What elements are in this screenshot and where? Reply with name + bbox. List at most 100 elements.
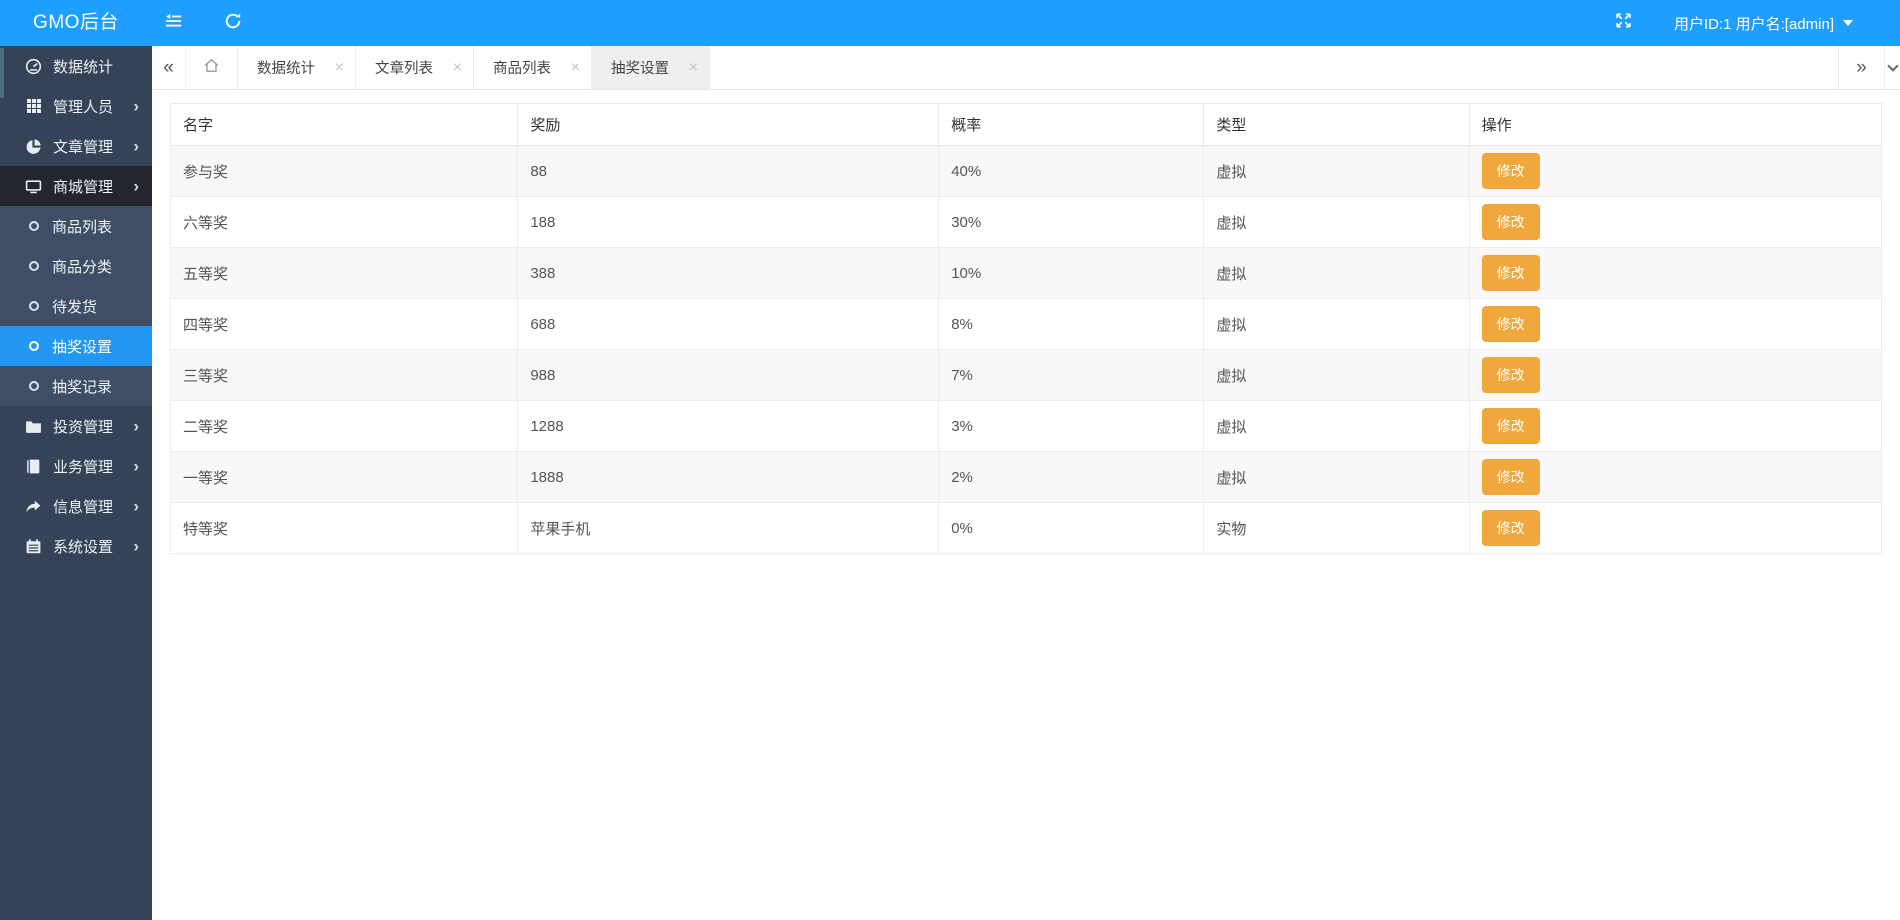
chevron-right-icon: › — [133, 496, 139, 516]
chevron-right-icon: › — [133, 176, 139, 196]
table-row: 五等奖 388 10% 虚拟 修改 — [169, 247, 1883, 299]
app-logo: GMO后台 — [33, 12, 119, 33]
dashboard-icon — [25, 58, 42, 75]
scroll-tabs-left-button[interactable]: « — [152, 46, 186, 89]
table-row: 三等奖 988 7% 虚拟 修改 — [169, 349, 1883, 401]
chevron-right-icon: › — [133, 536, 139, 556]
table-cell: 二等奖 — [169, 400, 519, 452]
table-row: 参与奖 88 40% 虚拟 修改 — [169, 145, 1883, 197]
sidebar-item-investment-mgmt[interactable]: 投资管理 › — [0, 406, 152, 446]
table-cell: 三等奖 — [169, 349, 519, 401]
user-menu[interactable]: 用户ID:1 用户名:[admin] — [1674, 13, 1853, 34]
edit-button[interactable]: 修改 — [1481, 153, 1540, 189]
sidebar-item-label: 业务管理 — [53, 458, 114, 476]
prize-table: 名字 奖励 概率 类型 操作 参与奖 88 40% 虚拟 修改 六等奖 188 30% 虚拟 修改 五等奖 3… — [169, 103, 1883, 554]
edit-button[interactable]: 修改 — [1481, 510, 1540, 546]
sidebar-item-mall-mgmt[interactable]: 商城管理 › — [0, 166, 152, 206]
edit-button[interactable]: 修改 — [1481, 459, 1540, 495]
chevron-right-icon: › — [133, 416, 139, 436]
tabbar: « 数据统计 × 文章列表 × 商品列表 × 抽奖设置 × » — [152, 46, 1900, 90]
topbar-right: 用户ID:1 用户名:[admin] — [1604, 0, 1900, 46]
edit-button[interactable]: 修改 — [1481, 204, 1540, 240]
close-icon[interactable]: × — [687, 58, 700, 78]
tab-data-stats[interactable]: 数据统计 × — [238, 46, 356, 89]
table-row: 四等奖 688 8% 虚拟 修改 — [169, 298, 1883, 350]
refresh-icon — [224, 12, 242, 35]
table-cell-actions: 修改 — [1468, 298, 1883, 350]
pie-chart-icon — [25, 138, 42, 155]
tab-options-button[interactable] — [1884, 46, 1900, 89]
table-cell: 388 — [517, 247, 940, 299]
table-row: 二等奖 1288 3% 虚拟 修改 — [169, 400, 1883, 452]
sidebar-item-business-mgmt[interactable]: 业务管理 › — [0, 446, 152, 486]
calendar-icon — [25, 538, 42, 555]
sidebar-item-label: 抽奖设置 — [52, 338, 113, 356]
sidebar-item-label: 商品分类 — [52, 258, 113, 276]
table-cell: 虚拟 — [1203, 298, 1470, 350]
circle-icon — [29, 341, 39, 351]
table-cell: 0% — [938, 502, 1205, 554]
column-header: 奖励 — [517, 103, 940, 146]
table-cell: 88 — [517, 145, 940, 197]
sidebar-item-lottery-records[interactable]: 抽奖记录 — [0, 366, 152, 406]
sidebar-item-pending-shipment[interactable]: 待发货 — [0, 286, 152, 326]
table-cell: 10% — [938, 247, 1205, 299]
sidebar-item-label: 数据统计 — [53, 58, 114, 76]
close-icon[interactable]: × — [451, 58, 464, 78]
column-header: 概率 — [938, 103, 1205, 146]
table-cell-actions: 修改 — [1468, 247, 1883, 299]
table-cell: 虚拟 — [1203, 349, 1470, 401]
close-icon[interactable]: × — [333, 58, 346, 78]
column-header: 类型 — [1203, 103, 1470, 146]
fullscreen-button[interactable] — [1604, 0, 1644, 46]
circle-icon — [29, 381, 39, 391]
fullscreen-icon — [1615, 12, 1632, 34]
column-header: 名字 — [169, 103, 519, 146]
sidebar-item-goods-category[interactable]: 商品分类 — [0, 246, 152, 286]
shrink-menu-icon — [164, 12, 183, 34]
table-cell: 30% — [938, 196, 1205, 248]
collapse-sidebar-button[interactable] — [152, 0, 194, 46]
table-cell: 7% — [938, 349, 1205, 401]
tab-article-list[interactable]: 文章列表 × — [356, 46, 474, 89]
edit-button[interactable]: 修改 — [1481, 255, 1540, 291]
circle-icon — [29, 221, 39, 231]
home-tab-button[interactable] — [186, 46, 238, 89]
edit-button[interactable]: 修改 — [1481, 357, 1540, 393]
table-cell: 特等奖 — [169, 502, 519, 554]
table-cell: 虚拟 — [1203, 400, 1470, 452]
home-icon — [203, 57, 220, 79]
chevron-right-icon: › — [133, 136, 139, 156]
edit-button[interactable]: 修改 — [1481, 306, 1540, 342]
caret-down-icon — [1843, 20, 1853, 26]
user-label: 用户ID:1 用户名:[admin] — [1673, 15, 1834, 33]
table-row: 六等奖 188 30% 虚拟 修改 — [169, 196, 1883, 248]
scroll-tabs-right-button[interactable]: » — [1838, 46, 1884, 89]
tab-label: 文章列表 — [375, 61, 433, 77]
table-cell-actions: 修改 — [1468, 400, 1883, 452]
tab-goods-list[interactable]: 商品列表 × — [474, 46, 592, 89]
prize-table-wrap: 名字 奖励 概率 类型 操作 参与奖 88 40% 虚拟 修改 六等奖 188 30% 虚拟 修改 五等奖 3… — [169, 103, 1883, 554]
chevron-down-icon — [1886, 59, 1899, 72]
sidebar-item-lottery-settings[interactable]: 抽奖设置 — [0, 326, 152, 366]
sidebar: 数据统计管理人员 › 文章管理 › 商城管理 › 商品列表商品分类待发货抽奖设置抽奖记录 投资… — [0, 46, 152, 920]
table-cell: 688 — [517, 298, 940, 350]
table-cell-actions: 修改 — [1468, 145, 1883, 197]
sidebar-item-label: 信息管理 — [53, 498, 114, 516]
sidebar-item-article-mgmt[interactable]: 文章管理 › — [0, 126, 152, 166]
sidebar-item-info-mgmt[interactable]: 信息管理 › — [0, 486, 152, 526]
sidebar-item-label: 商品列表 — [52, 218, 113, 236]
close-icon[interactable]: × — [569, 58, 582, 78]
refresh-button[interactable] — [212, 0, 254, 46]
sidebar-item-data-stats[interactable]: 数据统计 — [0, 46, 152, 86]
table-cell: 988 — [517, 349, 940, 401]
table-cell: 2% — [938, 451, 1205, 503]
sidebar-item-goods-list[interactable]: 商品列表 — [0, 206, 152, 246]
table-row: 特等奖 苹果手机 0% 实物 修改 — [169, 502, 1883, 554]
book-icon — [25, 458, 42, 475]
sidebar-item-admin-users[interactable]: 管理人员 › — [0, 86, 152, 126]
sidebar-item-system-settings[interactable]: 系统设置 › — [0, 526, 152, 566]
tab-lottery-settings[interactable]: 抽奖设置 × — [592, 46, 710, 89]
edit-button[interactable]: 修改 — [1481, 408, 1540, 444]
table-cell-actions: 修改 — [1468, 502, 1883, 554]
